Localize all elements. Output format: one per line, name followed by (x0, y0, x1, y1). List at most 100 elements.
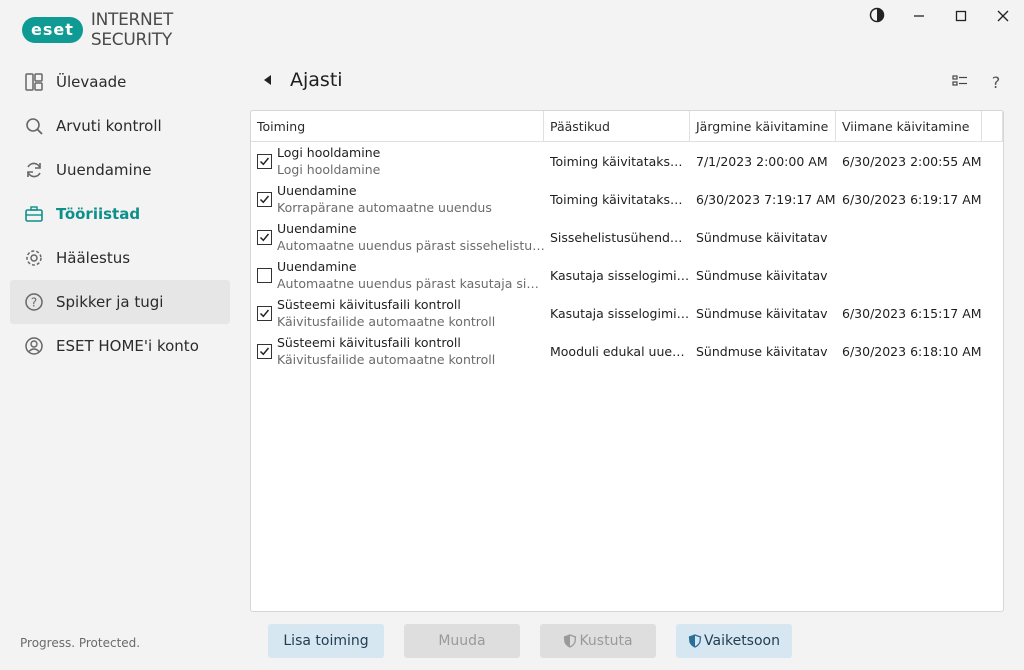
sidebar-item-account[interactable]: ESET HOME'i konto (10, 324, 230, 368)
sidebar-item-settings[interactable]: Häälestus (10, 236, 230, 280)
add-task-button[interactable]: Lisa toiming (268, 624, 384, 658)
account-icon (24, 336, 44, 356)
sidebar-item-label: Spikker ja tugi (56, 293, 164, 311)
back-arrow-icon (263, 71, 273, 90)
trigger-cell: Mooduli edukal uuend... (550, 343, 690, 359)
action-bar: Lisa toiming Muuda Kustuta Vaiketsoon (268, 624, 812, 658)
back-button[interactable] (258, 68, 278, 92)
task-enabled-checkbox[interactable] (257, 306, 272, 321)
magnifier-icon (24, 116, 44, 136)
checkmark-icon (259, 309, 270, 318)
last-run-cell: 6/30/2023 2:00:55 AM (842, 153, 982, 169)
sidebar-item-update[interactable]: Uuendamine (10, 148, 230, 192)
trigger-cell: Toiming käivitatakse k... (550, 191, 690, 207)
table-row[interactable]: Süsteemi käivitusfaili kontroll Käivitusf… (251, 294, 1003, 332)
table-row[interactable]: Süsteemi käivitusfaili kontroll Käivitusf… (251, 332, 1003, 370)
task-enabled-checkbox[interactable] (257, 192, 272, 207)
task-cell: Uuendamine Automaatne uuendus pärast kasu… (251, 258, 544, 292)
window-controls (856, 0, 1024, 34)
maximize-button[interactable] (940, 0, 982, 34)
task-name: Logi hooldamine (277, 145, 381, 160)
task-description: Käivitusfailide automaatne kontroll (277, 314, 496, 329)
task-description: Automaatne uuendus pärast kasutaja sisse… (277, 276, 544, 291)
next-run-cell: Sündmuse käivitatav (696, 343, 828, 359)
next-run-cell: 7/1/2023 2:00:00 AM (696, 153, 828, 169)
sidebar-item-scan[interactable]: Arvuti kontroll (10, 104, 230, 148)
table-row[interactable]: Logi hooldamine Logi hooldamine Toiming kä… (251, 142, 1003, 180)
refresh-icon (24, 160, 44, 180)
task-enabled-checkbox[interactable] (257, 344, 272, 359)
table-header: Toiming Päästikud Järgmine käivitamine V… (251, 111, 1003, 142)
column-header-triggers[interactable]: Päästikud (544, 111, 690, 141)
shield-icon (563, 634, 577, 648)
column-header-task[interactable]: Toiming (251, 111, 544, 141)
task-cell: Logi hooldamine Logi hooldamine (251, 144, 544, 178)
checkmark-icon (259, 233, 270, 242)
table-row[interactable]: Uuendamine Automaatne uuendus pärast siss… (251, 218, 1003, 256)
theme-toggle-button[interactable] (856, 0, 898, 34)
sidebar-item-label: Häälestus (56, 249, 131, 267)
task-name: Süsteemi käivitusfaili kontroll (277, 335, 461, 350)
default-timezone-label: Vaiketsoon (704, 633, 780, 649)
view-toggle-button[interactable] (948, 70, 972, 94)
sidebar-item-label: Uuendamine (56, 161, 152, 179)
task-description: Käivitusfailide automaatne kontroll (277, 352, 496, 367)
page-title: Ajasti (290, 69, 343, 91)
contrast-icon (869, 7, 885, 27)
task-description: Korrapärane automaatne uuendus (277, 200, 492, 215)
shield-icon (688, 634, 702, 648)
checkmark-icon (259, 157, 270, 166)
header-tools: ? (936, 70, 1008, 94)
dashboard-icon (24, 72, 44, 92)
trigger-cell: Toiming käivitatakse ig... (550, 153, 690, 169)
table-row[interactable]: Uuendamine Korrapärane automaatne uuendus… (251, 180, 1003, 218)
sidebar-item-tools[interactable]: Tööriistad (10, 192, 230, 236)
minimize-button[interactable] (898, 0, 940, 34)
sidebar-item-help[interactable]: ? Spikker ja tugi (10, 280, 230, 324)
last-run-cell: 6/30/2023 6:18:10 AM (842, 343, 982, 359)
trigger-cell: Kasutaja sisselogimise... (550, 305, 690, 321)
task-text: Uuendamine Automaatne uuendus pärast kasu… (277, 258, 544, 292)
delete-task-button[interactable]: Kustuta (540, 624, 656, 658)
table-row[interactable]: Uuendamine Automaatne uuendus pärast kasu… (251, 256, 1003, 294)
task-name: Süsteemi käivitusfaili kontroll (277, 297, 461, 312)
checkmark-icon (259, 195, 270, 204)
next-run-cell: Sündmuse käivitatav (696, 229, 828, 245)
help-button[interactable]: ? (984, 70, 1008, 94)
task-text: Logi hooldamine Logi hooldamine (277, 144, 544, 178)
task-text: Uuendamine Korrapärane automaatne uuendus (277, 182, 544, 216)
edit-task-button[interactable]: Muuda (404, 624, 520, 658)
toolbox-icon (24, 204, 44, 224)
task-enabled-checkbox[interactable] (257, 230, 272, 245)
maximize-icon (954, 8, 968, 27)
list-view-icon (952, 73, 968, 92)
close-button[interactable] (982, 0, 1024, 34)
task-cell: Süsteemi käivitusfaili kontroll Käivitusf… (251, 334, 544, 368)
trigger-cell: Sissehelistusühenduse ... (550, 229, 690, 245)
task-description: Automaatne uuendus pärast sissehelistusü… (277, 238, 544, 253)
sidebar-item-overview[interactable]: Ülevaade (10, 60, 230, 104)
product-name: INTERNET SECURITY (90, 10, 173, 50)
sidebar: eset INTERNET SECURITY Ülevaade Arvuti k… (0, 0, 240, 670)
svg-text:?: ? (31, 296, 37, 310)
help-icon: ? (24, 292, 44, 312)
default-timezone-button[interactable]: Vaiketsoon (676, 624, 792, 658)
task-enabled-checkbox[interactable] (257, 154, 272, 169)
column-header-last-run[interactable]: Viimane käivitamine (836, 111, 982, 141)
table-body: Logi hooldamine Logi hooldamine Toiming kä… (251, 142, 1003, 370)
last-run-cell: 6/30/2023 6:15:17 AM (842, 305, 982, 321)
sidebar-item-label: Ülevaade (56, 73, 127, 91)
column-header-next-run[interactable]: Järgmine käivitamine (690, 111, 836, 141)
task-text: Süsteemi käivitusfaili kontroll Käivitusf… (277, 296, 544, 330)
task-enabled-checkbox[interactable] (257, 268, 272, 283)
task-cell: Uuendamine Korrapärane automaatne uuendus (251, 182, 544, 216)
scheduler-table: Toiming Päästikud Järgmine käivitamine V… (250, 110, 1004, 612)
task-text: Uuendamine Automaatne uuendus pärast siss… (277, 220, 544, 254)
sidebar-item-label: Tööriistad (56, 205, 141, 223)
task-description: Logi hooldamine (277, 162, 381, 177)
next-run-cell: Sündmuse käivitatav (696, 305, 828, 321)
sidebar-item-label: Arvuti kontroll (56, 117, 162, 135)
last-run-cell: 6/30/2023 6:19:17 AM (842, 191, 982, 207)
sidebar-nav: Ülevaade Arvuti kontroll Uuendamine Töör… (10, 60, 230, 368)
task-text: Süsteemi käivitusfaili kontroll Käivitusf… (277, 334, 544, 368)
